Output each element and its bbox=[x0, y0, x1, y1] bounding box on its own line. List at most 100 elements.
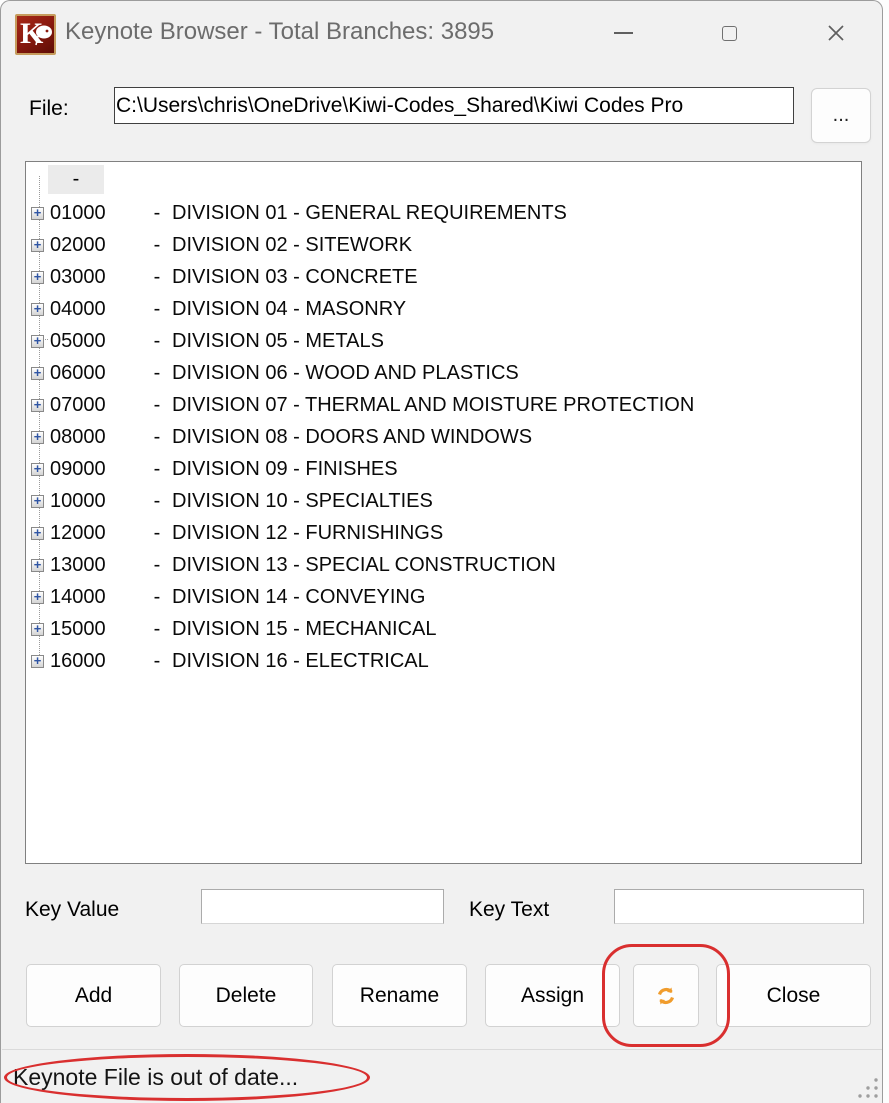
tree-item[interactable]: +15000-DIVISION 15 - MECHANICAL bbox=[26, 613, 860, 645]
tree-item-separator: - bbox=[142, 298, 172, 321]
expand-plus-icon[interactable]: + bbox=[31, 271, 44, 284]
key-value-label: Key Value bbox=[25, 898, 119, 922]
keynote-tree-view[interactable]: - +01000-DIVISION 01 - GENERAL REQUIREME… bbox=[25, 161, 862, 864]
file-path-input[interactable] bbox=[114, 87, 794, 124]
assign-button[interactable]: Assign bbox=[485, 964, 620, 1027]
browse-button[interactable]: ... bbox=[811, 88, 871, 143]
tree-item[interactable]: +06000-DIVISION 06 - WOOD AND PLASTICS bbox=[26, 357, 860, 389]
tree-item[interactable]: +16000-DIVISION 16 - ELECTRICAL bbox=[26, 645, 860, 677]
expand-plus-icon[interactable]: + bbox=[31, 527, 44, 540]
tree-item[interactable]: +01000-DIVISION 01 - GENERAL REQUIREMENT… bbox=[26, 197, 860, 229]
minimize-icon bbox=[614, 32, 633, 34]
tree-item-code: 12000 bbox=[50, 522, 142, 545]
refresh-button[interactable] bbox=[633, 964, 699, 1027]
status-message: Keynote File is out of date... bbox=[13, 1064, 298, 1091]
maximize-button[interactable] bbox=[706, 13, 752, 53]
expand-plus-icon[interactable]: + bbox=[31, 655, 44, 668]
expand-plus-icon[interactable]: + bbox=[31, 303, 44, 316]
tree-item-separator: - bbox=[142, 202, 172, 225]
tree-item-label: DIVISION 01 - GENERAL REQUIREMENTS bbox=[172, 202, 567, 225]
expand-plus-icon[interactable]: + bbox=[31, 431, 44, 444]
close-window-button[interactable] bbox=[813, 13, 859, 53]
sync-icon bbox=[654, 984, 678, 1008]
expand-plus-icon[interactable]: + bbox=[31, 463, 44, 476]
tree-item-label: DIVISION 12 - FURNISHINGS bbox=[172, 522, 443, 545]
tree-item-code: 15000 bbox=[50, 618, 142, 641]
status-divider bbox=[2, 1049, 882, 1050]
expand-plus-icon[interactable]: + bbox=[31, 623, 44, 636]
tree-item-code: 01000 bbox=[50, 202, 142, 225]
tree-item-separator: - bbox=[142, 650, 172, 673]
file-label: File: bbox=[29, 97, 69, 121]
tree-item[interactable]: +10000-DIVISION 10 - SPECIALTIES bbox=[26, 485, 860, 517]
tree-item[interactable]: +04000-DIVISION 04 - MASONRY bbox=[26, 293, 860, 325]
expand-plus-icon[interactable]: + bbox=[31, 367, 44, 380]
tree-item-label: DIVISION 02 - SITEWORK bbox=[172, 234, 412, 257]
tree-item[interactable]: +14000-DIVISION 14 - CONVEYING bbox=[26, 581, 860, 613]
tree-item-code: 09000 bbox=[50, 458, 142, 481]
tree-item-code: 16000 bbox=[50, 650, 142, 673]
minimize-button[interactable] bbox=[600, 13, 646, 53]
delete-button[interactable]: Delete bbox=[179, 964, 313, 1027]
tree-item-code: 10000 bbox=[50, 490, 142, 513]
expand-plus-icon[interactable]: + bbox=[31, 335, 44, 348]
key-value-input[interactable] bbox=[201, 889, 444, 924]
tree-item-code: 02000 bbox=[50, 234, 142, 257]
tree-item-label: DIVISION 07 - THERMAL AND MOISTURE PROTE… bbox=[172, 394, 694, 417]
tree-item-label: DIVISION 15 - MECHANICAL bbox=[172, 618, 437, 641]
tree-item[interactable]: +05000-DIVISION 05 - METALS bbox=[26, 325, 860, 357]
tree-item-code: 04000 bbox=[50, 298, 142, 321]
tree-item-code: 13000 bbox=[50, 554, 142, 577]
rename-button[interactable]: Rename bbox=[332, 964, 467, 1027]
tree-item-separator: - bbox=[142, 522, 172, 545]
tree-item-code: 07000 bbox=[50, 394, 142, 417]
tree-item-label: DIVISION 14 - CONVEYING bbox=[172, 586, 425, 609]
tree-item-separator: - bbox=[142, 458, 172, 481]
tree-item-code: 06000 bbox=[50, 362, 142, 385]
close-icon bbox=[826, 23, 846, 43]
screen: K Keynote Browser - Total Branches: 3895… bbox=[0, 0, 889, 1103]
tree-item[interactable]: +12000-DIVISION 12 - FURNISHINGS bbox=[26, 517, 860, 549]
expand-plus-icon[interactable]: + bbox=[31, 239, 44, 252]
expand-plus-icon[interactable]: + bbox=[31, 399, 44, 412]
expand-plus-icon[interactable]: + bbox=[31, 591, 44, 604]
tree-item-separator: - bbox=[142, 362, 172, 385]
tree-item[interactable]: +08000-DIVISION 08 - DOORS AND WINDOWS bbox=[26, 421, 860, 453]
tree-item-separator: - bbox=[142, 394, 172, 417]
tree-item-label: DIVISION 05 - METALS bbox=[172, 330, 384, 353]
tree-item-label: DIVISION 13 - SPECIAL CONSTRUCTION bbox=[172, 554, 556, 577]
window-title: Keynote Browser - Total Branches: 3895 bbox=[65, 18, 494, 46]
tree-item-label: DIVISION 10 - SPECIALTIES bbox=[172, 490, 433, 513]
tree-item-label: DIVISION 06 - WOOD AND PLASTICS bbox=[172, 362, 519, 385]
tree-item-label: DIVISION 04 - MASONRY bbox=[172, 298, 406, 321]
tree-item-label: DIVISION 03 - CONCRETE bbox=[172, 266, 418, 289]
expand-plus-icon[interactable]: + bbox=[31, 207, 44, 220]
tree-item[interactable]: +07000-DIVISION 07 - THERMAL AND MOISTUR… bbox=[26, 389, 860, 421]
tree-item-separator: - bbox=[142, 266, 172, 289]
tree-item-code: 05000 bbox=[50, 330, 142, 353]
key-text-label: Key Text bbox=[469, 898, 549, 922]
add-button[interactable]: Add bbox=[26, 964, 161, 1027]
tree-root-node[interactable]: - bbox=[48, 165, 104, 194]
tree-item[interactable]: +09000-DIVISION 09 - FINISHES bbox=[26, 453, 860, 485]
expand-plus-icon[interactable]: + bbox=[31, 559, 44, 572]
tree-item[interactable]: +02000-DIVISION 02 - SITEWORK bbox=[26, 229, 860, 261]
expand-plus-icon[interactable]: + bbox=[31, 495, 44, 508]
tree-item-label: DIVISION 09 - FINISHES bbox=[172, 458, 398, 481]
tree-item[interactable]: +13000-DIVISION 13 - SPECIAL CONSTRUCTIO… bbox=[26, 549, 860, 581]
resize-grip[interactable] bbox=[854, 1074, 880, 1100]
kiwi-bird-icon bbox=[35, 24, 53, 46]
tree-item-separator: - bbox=[142, 330, 172, 353]
tree-item-code: 08000 bbox=[50, 426, 142, 449]
key-text-input[interactable] bbox=[614, 889, 864, 924]
maximize-icon bbox=[722, 26, 737, 41]
tree-item[interactable]: +03000-DIVISION 03 - CONCRETE bbox=[26, 261, 860, 293]
tree-item-label: DIVISION 16 - ELECTRICAL bbox=[172, 650, 429, 673]
tree-item-code: 14000 bbox=[50, 586, 142, 609]
tree-item-label: DIVISION 08 - DOORS AND WINDOWS bbox=[172, 426, 532, 449]
close-button[interactable]: Close bbox=[716, 964, 871, 1027]
tree-item-separator: - bbox=[142, 234, 172, 257]
tree-item-separator: - bbox=[142, 426, 172, 449]
titlebar[interactable]: K Keynote Browser - Total Branches: 3895 bbox=[1, 1, 882, 67]
tree-item-separator: - bbox=[142, 586, 172, 609]
